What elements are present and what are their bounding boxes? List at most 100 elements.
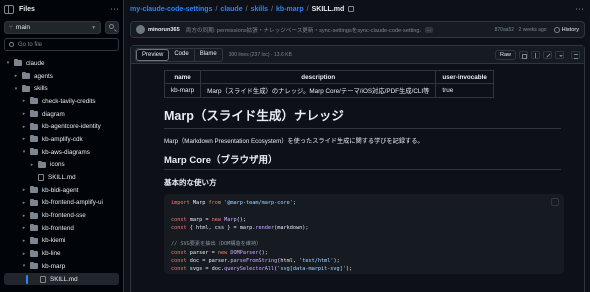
chevron-right-icon: ▸ [22, 225, 26, 232]
chevron-right-icon: ▸ [22, 237, 26, 244]
tree-item-label: kb-frontend-amplify-ui [42, 199, 103, 207]
search-button[interactable] [105, 21, 119, 34]
download-icon[interactable] [531, 50, 540, 59]
tree-item-folder[interactable]: ▸ agents [0, 70, 123, 83]
tree-item-file[interactable]: SKILL.md [4, 272, 119, 286]
history-label: History [561, 26, 579, 33]
commit-hash-time[interactable]: 870aa52 · 2 weeks ago [495, 27, 547, 33]
code-block: import Marp from '@marp-team/marp-core';… [164, 194, 564, 274]
tree-item-label: kb-marp [42, 262, 66, 270]
doc-heading-2: Marp Core（ブラウザ用） [164, 152, 561, 170]
chevron-down-icon: ▾ [6, 60, 10, 67]
tree-item-folder[interactable]: ▸ kb-frontend [0, 222, 123, 235]
tree-item-folder[interactable]: ▸ diagram [0, 108, 123, 121]
copy-raw-icon[interactable] [519, 50, 528, 59]
edit-pencil-icon[interactable] [543, 50, 552, 59]
search-icon [109, 24, 115, 29]
tree-item-label: kb-bidi-agent [42, 186, 79, 194]
tree-item-folder[interactable]: ▸ kb-agentcore-identity [0, 120, 123, 133]
file-toolbar: Preview Code Blame 300 lines (237 loc) ·… [131, 46, 584, 64]
tree-item-label: skills [34, 85, 48, 93]
branch-selector[interactable]: ⑂ main ▼ [4, 21, 102, 34]
tree-item-label: kb-frontend-sse [42, 212, 86, 220]
breadcrumb-link-kb-marp[interactable]: kb-marp [276, 6, 304, 13]
latest-commit-bar: minorun365 両方の同期: permissions拡張・ナレッジベース更… [130, 21, 585, 38]
chevron-right-icon: ▸ [14, 73, 18, 80]
tree-item-label: SKILL.md [48, 174, 76, 182]
folder-icon [30, 186, 38, 194]
history-button[interactable]: History [553, 26, 579, 33]
chevron-down-icon: ▾ [14, 85, 18, 92]
tree-item-label: claude [26, 59, 45, 67]
code-line: import Marp from '@marp-team/marp-core'; [171, 200, 296, 206]
tree-item-folder[interactable]: ▸ kb-line [0, 247, 123, 260]
go-to-file-input[interactable]: Go to file [4, 38, 119, 51]
file-tree-sidebar: Files ⋯ ⑂ main ▼ Go to file ▾ claude ▸ agen… [0, 0, 124, 292]
history-icon [553, 26, 560, 33]
tree-item-folder[interactable]: ▸ kb-bidi-agent [0, 184, 123, 197]
more-options-icon[interactable]: ⋯ [110, 4, 119, 15]
chevron-right-icon: ▸ [22, 250, 26, 257]
table-header-user-invocable: user-invocable [435, 70, 494, 84]
collapse-sidebar-icon[interactable] [4, 4, 14, 14]
chevron-right-icon: ▸ [22, 136, 26, 143]
breadcrumb-link-claude[interactable]: claude [220, 6, 242, 13]
folder-icon [30, 249, 38, 257]
tree-item-folder[interactable]: ▾ kb-marp [0, 260, 123, 273]
tree-item-folder[interactable]: ▸ check-tavily-credits [0, 95, 123, 108]
tree-item-folder[interactable]: ▸ kb-amplify-cdk [0, 133, 123, 146]
breadcrumb-link-skills[interactable]: skills [251, 6, 269, 13]
tree-item-label: kb-aws-diagrams [42, 148, 90, 156]
chevron-right-icon: ▸ [30, 161, 34, 168]
go-to-file-placeholder: Go to file [18, 41, 43, 48]
tree-item-folder[interactable]: ▾ kb-aws-diagrams [0, 146, 123, 159]
code-line: // SVG要素を抽出（DOM構造を維持） [171, 241, 262, 248]
folder-icon [38, 160, 46, 168]
copy-code-icon[interactable] [551, 198, 559, 206]
file-lines-info: 300 lines (237 loc) · 13.6 KB [228, 51, 292, 58]
tree-item-folder[interactable]: ▾ skills [0, 82, 123, 95]
tree-item-label: kb-agentcore-identity [42, 123, 101, 131]
expand-commit-message-button[interactable]: ... [424, 26, 433, 33]
commit-author[interactable]: minorun365 [148, 27, 180, 33]
selected-indicator [26, 274, 28, 284]
tab-preview[interactable]: Preview [136, 48, 170, 61]
chevron-right-icon: ▸ [22, 111, 26, 118]
chevron-right-icon: ▸ [22, 199, 26, 206]
code-line: const doc = parser.parseFromString(html,… [171, 258, 340, 265]
doc-intro-paragraph: Marp（Markdown Presentation Ecosystem）を使っ… [164, 138, 424, 145]
chevron-right-icon: ▸ [22, 212, 26, 219]
breadcrumb: my-claude-code-settings / claude / skill… [130, 3, 584, 15]
tree-item-folder[interactable]: ▸ kb-frontend-amplify-ui [0, 197, 123, 210]
table-cell-name: kb-marp [163, 83, 202, 98]
chevron-right-icon: ▸ [22, 123, 26, 130]
tree-item-file[interactable]: SKILL.md [0, 171, 123, 184]
commit-message[interactable]: 両方の同期: permissions拡張・ナレッジベース更新・sync-sett… [186, 26, 421, 34]
folder-icon [30, 110, 38, 118]
outline-menu-icon[interactable] [571, 50, 580, 59]
tree-item-folder[interactable]: ▸ icons [0, 159, 123, 172]
avatar[interactable] [136, 25, 145, 34]
chevron-down-icon[interactable] [555, 50, 564, 59]
copy-path-icon[interactable] [348, 6, 355, 12]
folder-icon [30, 262, 38, 270]
raw-button[interactable]: Raw [494, 49, 516, 60]
tree-item-folder[interactable]: ▸ kb-kiemi [0, 235, 123, 248]
file-tree: ▾ claude ▸ agents ▾ skills ▸ check-tavily-credi… [0, 57, 123, 286]
code-line: const svgs = doc.querySelectorAll('svg[d… [171, 266, 353, 273]
tree-item-label: kb-line [42, 250, 61, 258]
tab-blame[interactable]: Blame [195, 49, 222, 61]
folder-icon [30, 122, 38, 130]
chevron-down-icon: ▾ [22, 263, 26, 270]
folder-icon [22, 72, 30, 80]
chevron-down-icon: ▾ [22, 149, 26, 156]
branch-icon: ⑂ [9, 24, 13, 31]
chevron-right-icon: ▸ [22, 98, 26, 105]
tree-item-folder[interactable]: ▾ claude [0, 57, 123, 70]
tree-item-label: agents [34, 72, 53, 80]
tab-code[interactable]: Code [169, 48, 195, 61]
more-options-icon[interactable]: ⋯ [575, 4, 584, 15]
tree-item-folder[interactable]: ▸ kb-frontend-sse [0, 209, 123, 222]
folder-icon [30, 236, 38, 244]
breadcrumb-repo-link[interactable]: my-claude-code-settings [130, 6, 212, 13]
